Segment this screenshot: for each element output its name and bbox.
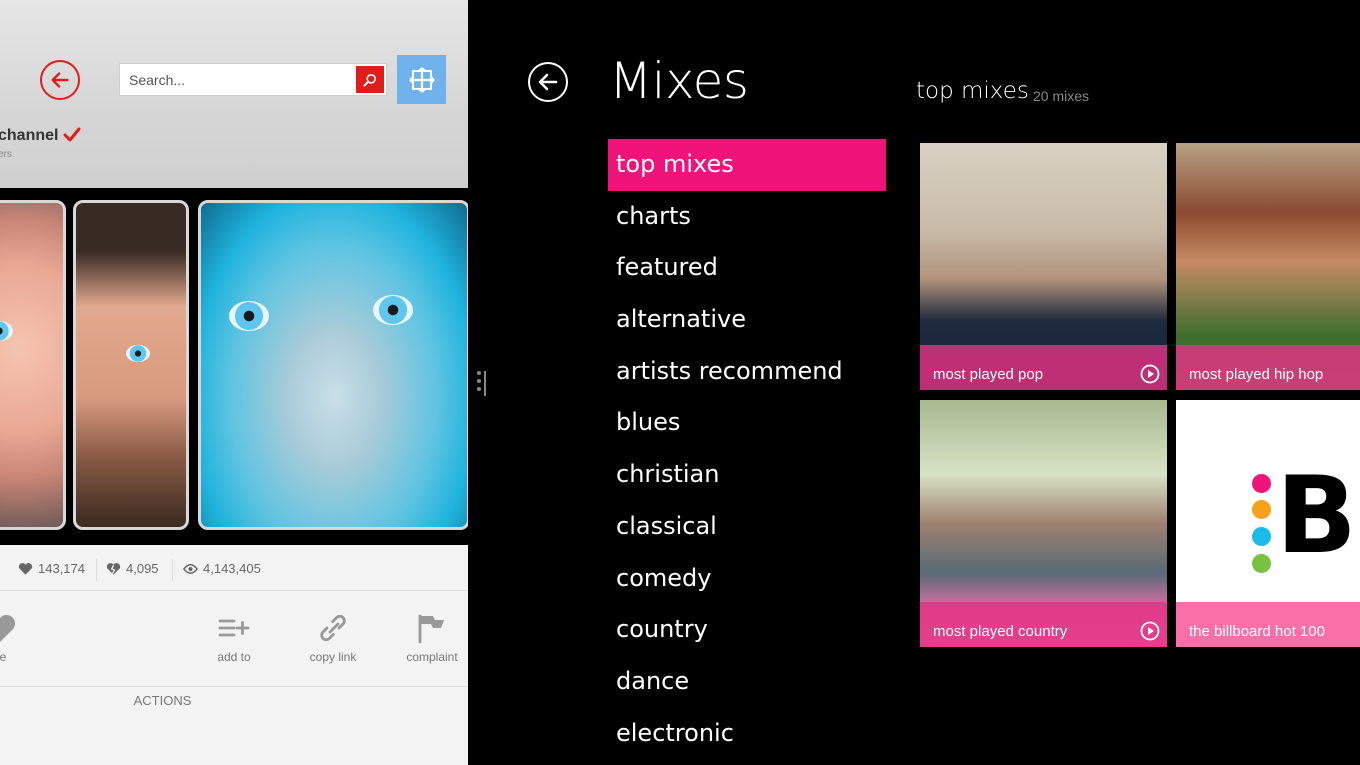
verified-check-icon <box>63 127 81 142</box>
search-icon <box>363 73 376 87</box>
billboard-logo-dot <box>1252 500 1271 519</box>
video-app-pane: channel ers 143,174 4,095 4,143,405 <box>0 0 468 765</box>
split-view-handle[interactable] <box>474 368 488 398</box>
action-label: add to <box>217 650 251 664</box>
dislikes-count: 4,095 <box>126 561 159 576</box>
arrow-left-icon <box>538 73 558 91</box>
category-item-comedy[interactable]: comedy <box>608 553 886 605</box>
category-item-country[interactable]: country <box>608 604 886 656</box>
likes-stat: 143,174 <box>18 561 85 576</box>
channel-name[interactable]: channel <box>0 127 58 145</box>
billboard-logo-dot <box>1252 527 1271 546</box>
stat-divider <box>96 559 97 581</box>
billboard-logo: B <box>1276 454 1357 577</box>
tile-label: the billboard hot 100 <box>1189 623 1325 640</box>
action-label: copy link <box>309 650 357 664</box>
expand-view-icon <box>408 66 435 93</box>
like-action-button[interactable]: ke <box>0 612 40 664</box>
category-item-alternative[interactable]: alternative <box>608 294 886 346</box>
link-icon <box>320 614 346 642</box>
actions-section-label: ACTIONS <box>133 693 192 708</box>
video-frame-panel <box>73 200 189 530</box>
action-label: ke <box>0 650 7 664</box>
broken-heart-icon <box>106 562 121 575</box>
play-icon[interactable] <box>1140 364 1160 384</box>
video-frame-panel <box>198 200 468 530</box>
eye-icon <box>183 563 198 574</box>
views-count: 4,143,405 <box>203 561 261 576</box>
eye-shape <box>126 345 150 362</box>
action-label: complaint <box>406 650 458 664</box>
dislikes-stat: 4,095 <box>106 561 159 576</box>
billboard-logo-dot <box>1252 554 1271 573</box>
mixes-back-button[interactable] <box>528 62 568 102</box>
category-list: top mixes charts featured alternative ar… <box>608 139 886 759</box>
category-item-classical[interactable]: classical <box>608 501 886 553</box>
flag-icon <box>418 614 444 644</box>
section-title: top mixes <box>916 78 1029 104</box>
page-title: Mixes <box>609 52 749 110</box>
video-frame-panel <box>0 200 66 530</box>
heart-icon <box>18 562 33 575</box>
likes-count: 143,174 <box>38 561 85 576</box>
mix-tile-most-played-country[interactable]: most played country <box>920 400 1167 647</box>
views-stat: 4,143,405 <box>183 561 261 576</box>
search-button[interactable] <box>356 66 384 93</box>
tile-label: most played country <box>933 623 1068 640</box>
eye-shape <box>229 301 269 331</box>
category-item-blues[interactable]: blues <box>608 397 886 449</box>
tile-label: most played pop <box>933 366 1044 383</box>
mix-tile-most-played-hip-hop[interactable]: most played hip hop <box>1176 143 1360 390</box>
tile-label: most played hip hop <box>1189 366 1324 383</box>
category-item-charts[interactable]: charts <box>608 191 886 243</box>
subscriber-count: ers <box>0 149 12 160</box>
snap-view-button[interactable] <box>397 55 446 104</box>
copy-link-action-button[interactable]: copy link <box>293 612 373 664</box>
section-count: 20 mixes <box>1033 88 1090 104</box>
category-item-electronic[interactable]: electronic <box>608 708 886 760</box>
category-item-featured[interactable]: featured <box>608 242 886 294</box>
play-icon[interactable] <box>1140 621 1160 641</box>
arrow-left-icon <box>51 72 69 88</box>
heart-icon <box>0 615 15 642</box>
complaint-action-button[interactable]: complaint <box>392 612 468 664</box>
category-item-christian[interactable]: christian <box>608 449 886 501</box>
video-back-button[interactable] <box>40 60 80 100</box>
billboard-logo-dot <box>1252 474 1271 493</box>
search-box <box>119 63 387 96</box>
mix-tile-most-played-pop[interactable]: most played pop <box>920 143 1167 390</box>
search-input[interactable] <box>120 64 356 95</box>
category-item-artists-recommend[interactable]: artists recommend <box>608 346 886 398</box>
stat-divider <box>172 559 173 581</box>
add-to-list-icon <box>218 619 250 637</box>
eye-shape <box>373 295 413 325</box>
video-player[interactable] <box>0 188 468 545</box>
actions-divider <box>0 686 468 687</box>
category-item-dance[interactable]: dance <box>608 656 886 708</box>
category-item-top-mixes[interactable]: top mixes <box>608 139 886 191</box>
eye-shape <box>0 321 13 341</box>
video-stats-bar: 143,174 4,095 4,143,405 <box>0 547 468 591</box>
add-to-action-button[interactable]: add to <box>194 612 274 664</box>
